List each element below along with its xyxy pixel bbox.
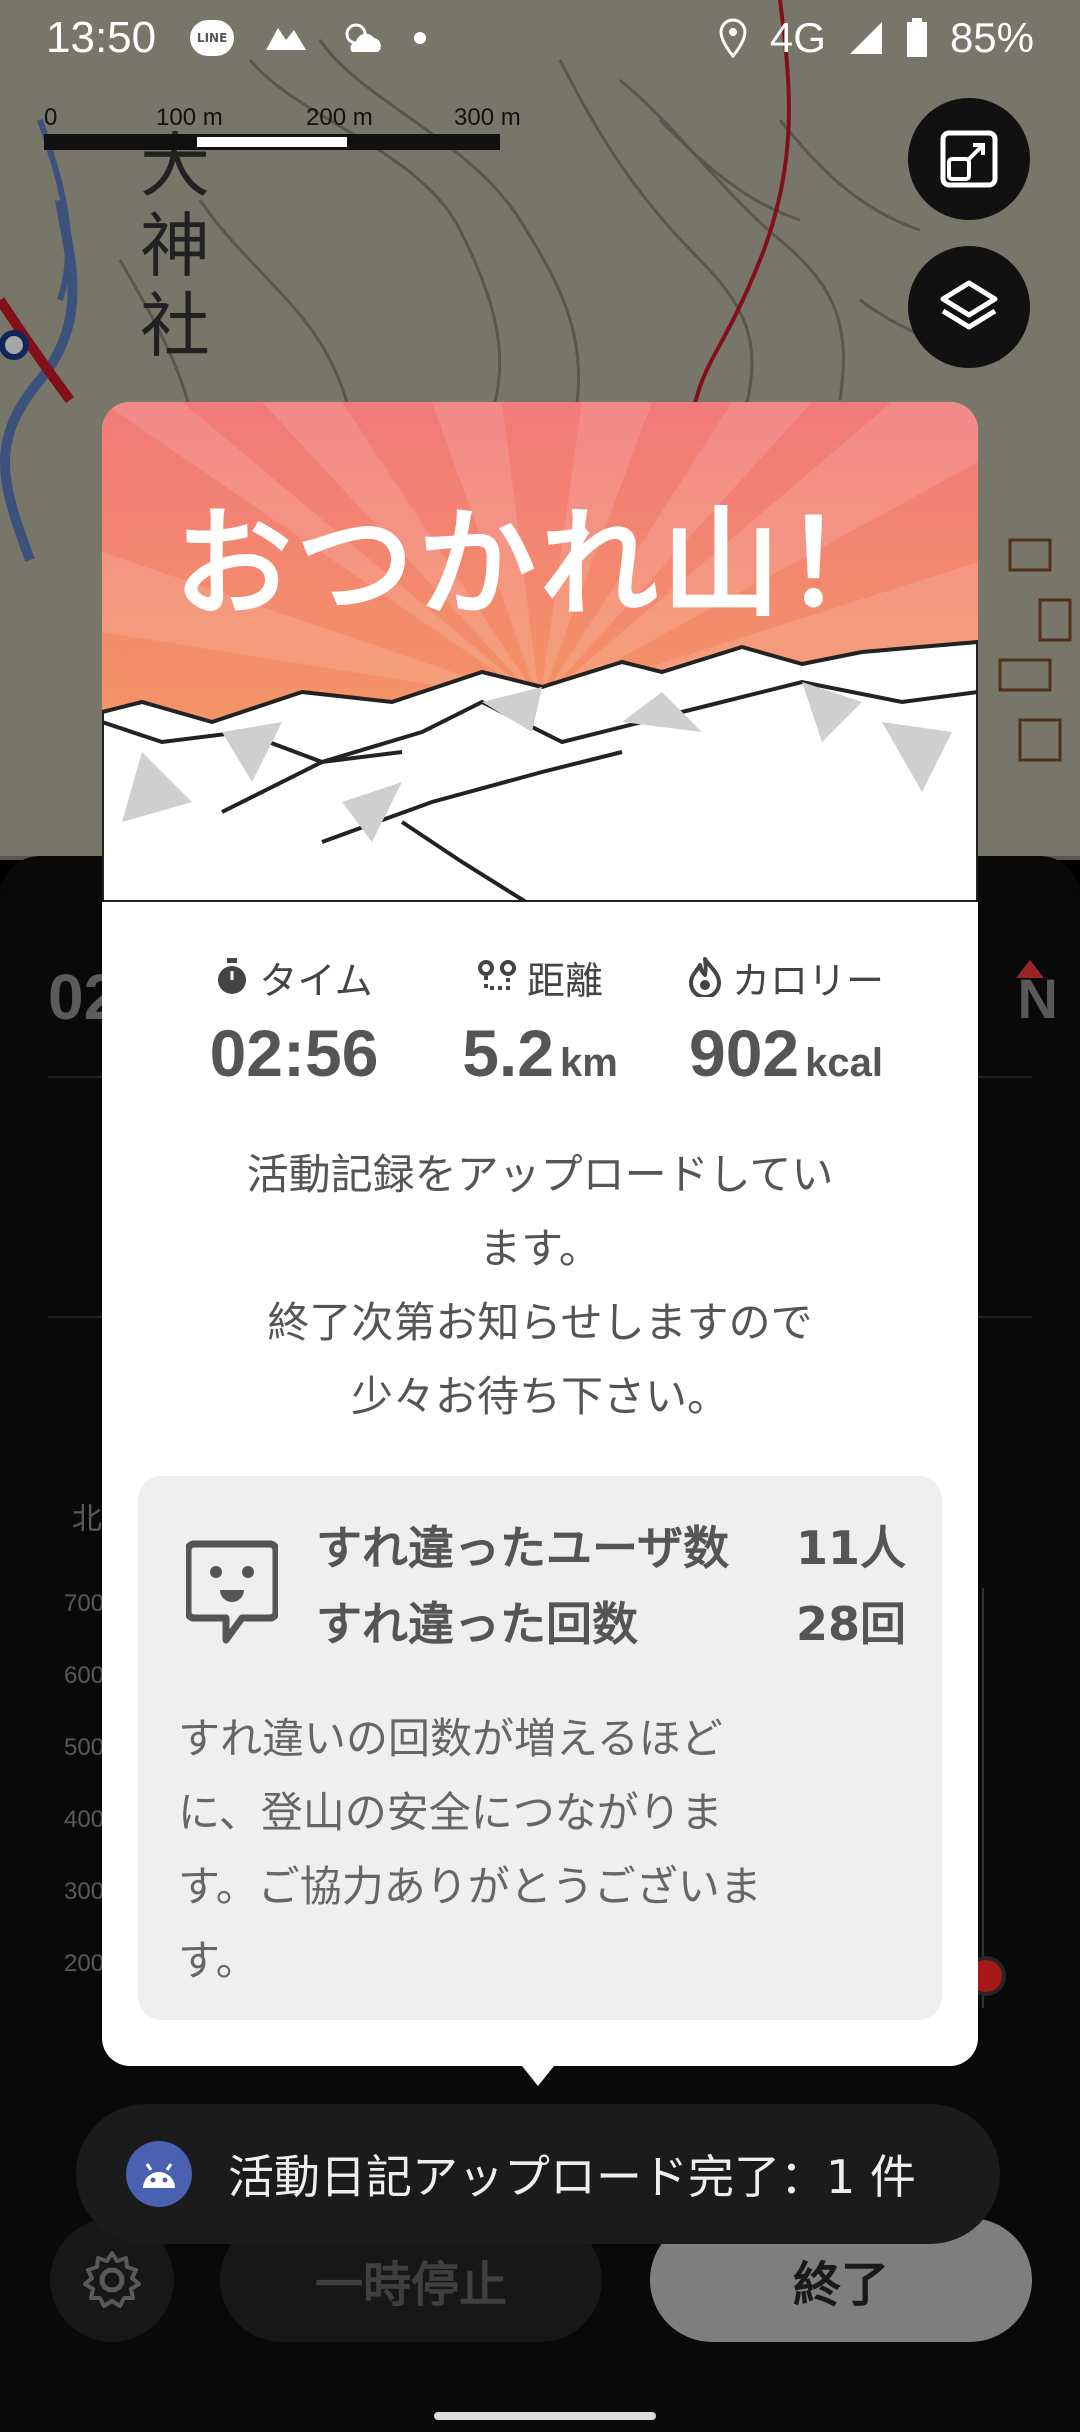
stat-distance-label: 距離	[526, 958, 603, 1003]
dialog-pointer	[522, 2066, 554, 2086]
weather-icon	[338, 18, 386, 58]
stat-distance: 距離 5.2 km	[417, 950, 663, 1100]
activity-stats: タイム 02:56 距離 5.2 km カロリー 902 kcal	[102, 950, 978, 1100]
stat-distance-unit: km	[559, 1041, 618, 1085]
passing-note-line: す。ご協力ありがとうございま	[178, 1862, 762, 1911]
battery-percent: 85%	[949, 14, 1034, 61]
route-icon	[477, 960, 516, 990]
toast-message: 活動日記アップロード完了：1 件	[228, 2150, 916, 2204]
flame-icon	[688, 957, 721, 997]
home-indicator[interactable]	[434, 2412, 656, 2420]
passing-users-value: 11人	[795, 1521, 906, 1575]
passing-count-row: すれ違った回数 28回	[316, 1588, 906, 1654]
battery-icon	[906, 18, 928, 58]
stat-time-value: 02:56	[209, 1016, 379, 1090]
scale-label: 300 m	[454, 104, 521, 131]
map-scale: 0 100 m 200 m 300 m	[44, 104, 524, 150]
dialog-title: おつかれ山！	[173, 495, 906, 633]
android-icon	[126, 2141, 192, 2207]
completion-dialog: おつかれ山！ タイム 02:56 距離 5.2 km カロリー 902 kcal…	[102, 402, 978, 2066]
stat-time: タイム 02:56	[171, 950, 417, 1100]
stopwatch-icon	[218, 958, 247, 994]
passing-users-label: すれ違ったユーザ数	[316, 1521, 730, 1575]
location-icon	[718, 18, 748, 58]
layers-button[interactable]	[908, 246, 1030, 368]
stat-calories-unit: kcal	[805, 1041, 883, 1085]
upload-message: 活動記録をアップロードしてい ます。 終了次第お知らせしますので 少々お待ち下さ…	[142, 1138, 938, 1434]
stat-calories-value: 902	[689, 1016, 800, 1090]
map-expand-button[interactable]	[908, 98, 1030, 220]
passing-stats-card: すれ違ったユーザ数 11人 すれ違った回数 28回 すれ違いの回数が増えるほど …	[138, 1476, 942, 2020]
upload-message-line: ます。	[479, 1224, 601, 1273]
status-bar: 13:50 LINE 4G 85%	[0, 0, 1080, 76]
scale-bar	[44, 134, 500, 150]
scale-label: 0	[44, 104, 58, 131]
passing-users-row: すれ違ったユーザ数 11人	[316, 1512, 906, 1578]
passing-note-line: すれ違いの回数が増えるほど	[178, 1714, 723, 1763]
scale-label: 100 m	[156, 104, 223, 131]
status-time: 13:50	[46, 13, 157, 62]
upload-message-line: 活動記録をアップロードしてい	[246, 1150, 834, 1199]
network-type: 4G	[769, 14, 826, 61]
notification-dot	[414, 32, 427, 44]
passing-count-value: 28回	[795, 1597, 906, 1651]
map-expand-icon	[940, 130, 998, 188]
upload-message-line: 終了次第お知らせしますので	[267, 1298, 813, 1347]
upload-complete-toast: 活動日記アップロード完了：1 件	[76, 2104, 1000, 2244]
layers-icon	[940, 280, 998, 330]
passing-count-label: すれ違った回数	[316, 1597, 638, 1651]
passing-face-icon	[186, 1540, 278, 1644]
yamap-icon	[262, 20, 310, 56]
line-icon: LINE	[190, 20, 235, 56]
upload-message-line: 少々お待ち下さい。	[350, 1372, 729, 1421]
stat-calories: カロリー 902 kcal	[663, 950, 909, 1100]
stat-distance-value: 5.2	[462, 1016, 554, 1090]
passing-note-line: に、登山の安全につながりま	[178, 1788, 723, 1837]
passing-note: すれ違いの回数が増えるほど に、登山の安全につながりま す。ご協力ありがとうござ…	[178, 1702, 878, 1998]
stat-calories-label: カロリー	[731, 958, 884, 1003]
signal-icon	[848, 20, 884, 56]
stat-time-label: タイム	[259, 958, 373, 1003]
scale-label: 200 m	[306, 104, 373, 131]
passing-note-line: す。	[178, 1936, 258, 1985]
